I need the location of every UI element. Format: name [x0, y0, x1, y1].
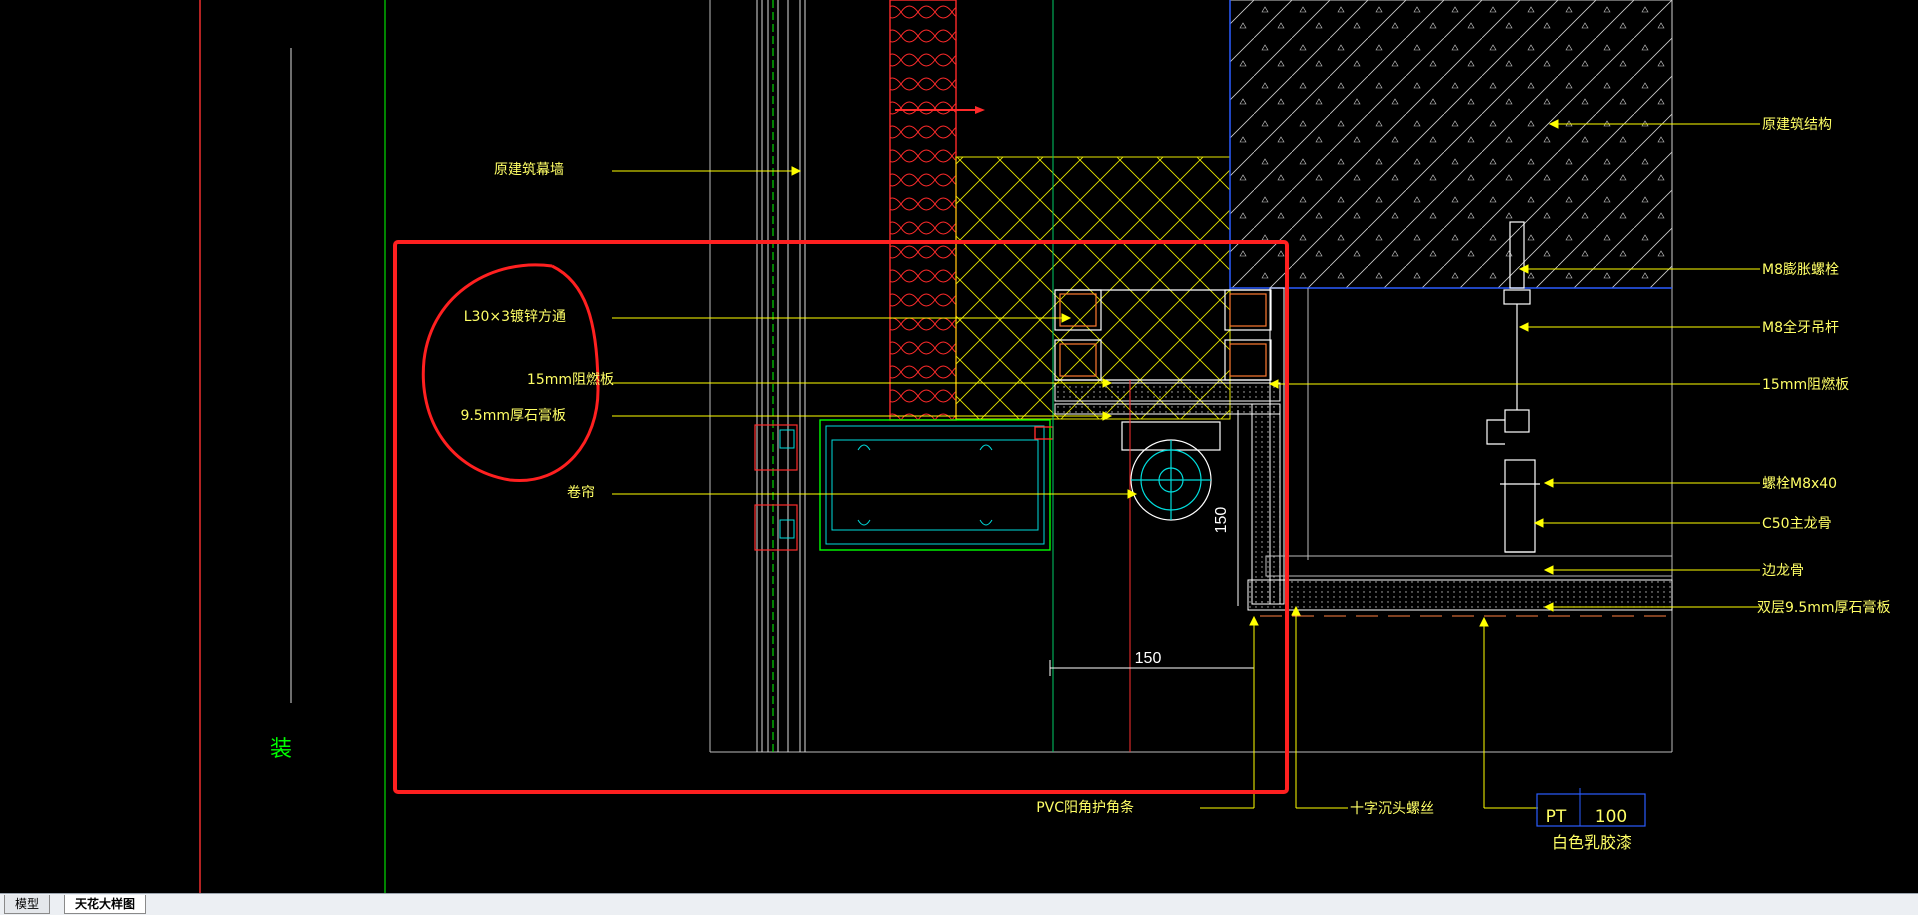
- side-label: 装: [270, 737, 292, 762]
- label-gypsum-left: 9.5mm厚石膏板: [460, 407, 566, 424]
- label-structure: 原建筑结构: [1762, 117, 1832, 133]
- label-paint: 白色乳胶漆: [1552, 833, 1632, 852]
- fire-board: [1054, 382, 1281, 402]
- roller-shaft: [1121, 421, 1221, 521]
- edge-keel: [1265, 555, 1673, 577]
- label-curtain: 卷帘: [567, 485, 595, 501]
- gypsum-board: [1054, 403, 1281, 415]
- label-double-gypsum: 双层9.5mm厚石膏板: [1757, 599, 1891, 616]
- tab-ceiling-detail[interactable]: 天花大样图: [64, 895, 147, 914]
- label-fire-board-left: 15mm阻燃板: [527, 371, 614, 388]
- layout-tabbar: 模型 天花大样图: [0, 893, 1918, 915]
- concrete-structure: [1229, 0, 1673, 289]
- label-edge-keel: 边龙骨: [1762, 563, 1804, 579]
- curtain-box: [754, 419, 1051, 551]
- label-angle-steel: L30×3镀锌方通: [464, 308, 566, 325]
- pt-tag-code: PT: [1546, 807, 1567, 827]
- insulation-layer: [889, 0, 957, 421]
- label-fire-board-right: 15mm阻燃板: [1762, 376, 1849, 393]
- label-cross-screw: 十字沉头螺丝: [1350, 801, 1434, 817]
- label-pvc-corner: PVC阳角护角条: [1036, 799, 1134, 816]
- dim-150-vertical: 150: [1213, 507, 1230, 534]
- label-bolt: 螺栓M8x40: [1762, 476, 1837, 492]
- detail-drawing: 150 150 原建筑幕墙 L30×3镀锌方通 15mm阻燃板 9.5mm厚石膏: [199, 0, 1891, 893]
- double-gypsum: [1247, 579, 1673, 611]
- dim-150-horizontal: 150: [1135, 650, 1162, 667]
- label-curtain-wall: 原建筑幕墙: [494, 162, 564, 178]
- cad-canvas[interactable]: 150 150 原建筑幕墙 L30×3镀锌方通 15mm阻燃板 9.5mm厚石膏: [0, 0, 1918, 893]
- curtain-wall: [756, 0, 806, 752]
- label-expansion-bolt: M8膨胀螺栓: [1762, 261, 1839, 278]
- pt-tag-number: 100: [1595, 807, 1627, 827]
- label-c50-keel: C50主龙骨: [1762, 516, 1832, 532]
- label-threaded-rod: M8全牙吊杆: [1762, 319, 1839, 336]
- tab-model[interactable]: 模型: [4, 895, 51, 914]
